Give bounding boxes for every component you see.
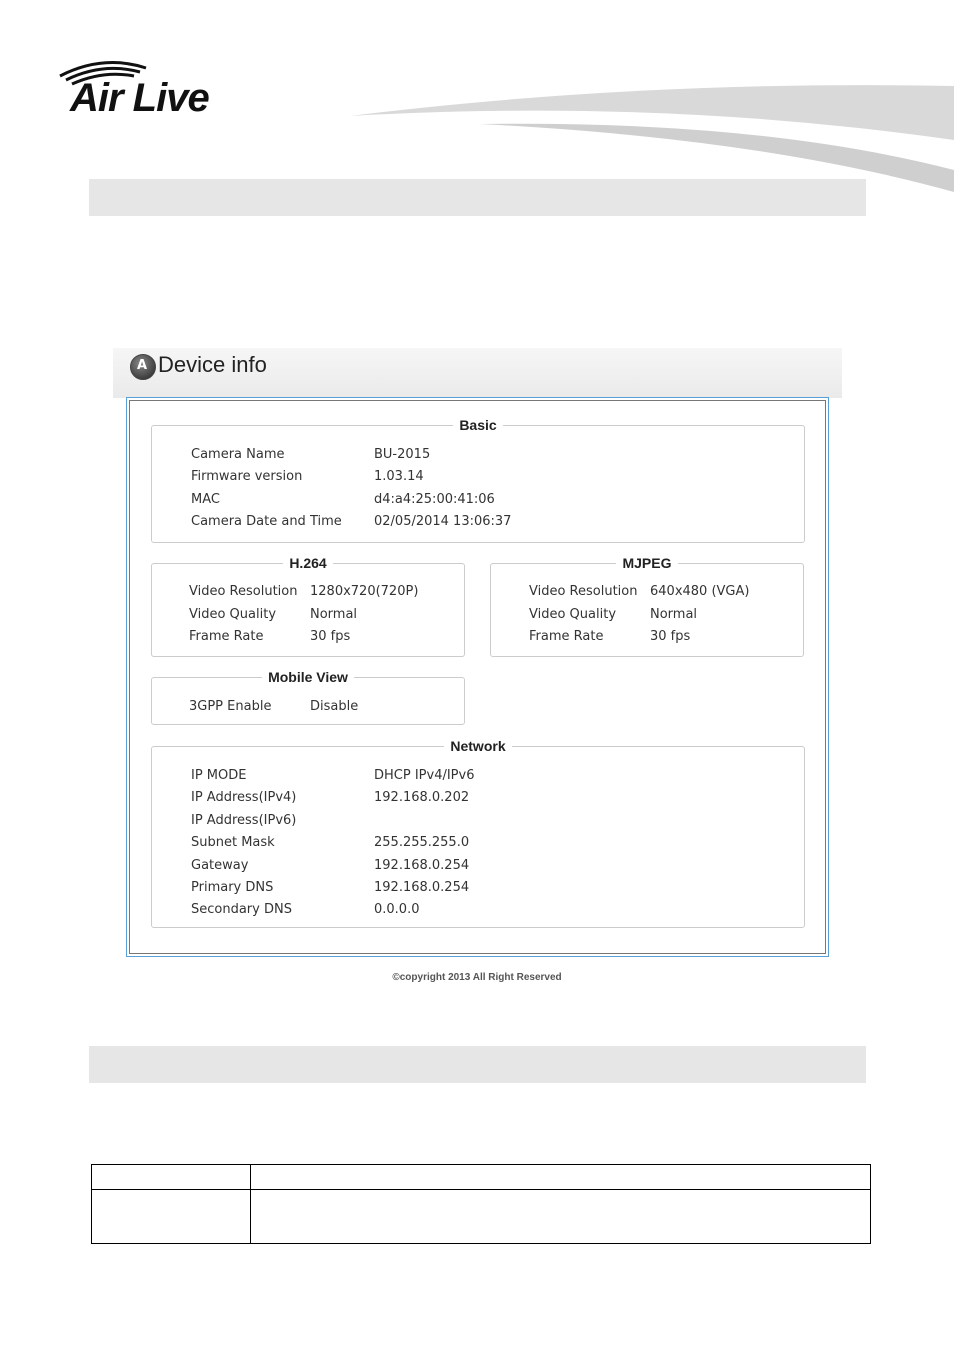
network-value: 0.0.0.0 [374, 902, 420, 917]
mjpeg-label: Video Resolution [529, 584, 638, 599]
table-cell [91, 1189, 251, 1244]
section-header-bar [89, 179, 866, 216]
h264-label: Video Resolution [189, 584, 298, 599]
basic-label: Camera Name [191, 447, 285, 462]
network-value: 192.168.0.202 [374, 790, 470, 805]
panel-title: Device info [158, 352, 267, 377]
basic-label: Firmware version [191, 469, 303, 484]
header-swoosh [350, 85, 954, 192]
h264-label: Video Quality [189, 607, 277, 622]
network-label: Gateway [191, 858, 249, 873]
h264-label: Frame Rate [189, 629, 264, 644]
mjpeg-label: Frame Rate [529, 629, 604, 644]
logo-text: Air Live [70, 76, 210, 120]
basic-label: Camera Date and Time [191, 514, 342, 529]
table-cell [250, 1189, 871, 1244]
mjpeg-value: 640x480 (VGA) [650, 584, 750, 599]
mobile-label: 3GPP Enable [189, 699, 272, 714]
mobile-fieldset: Mobile View [151, 669, 465, 725]
table-row [91, 1189, 871, 1244]
network-legend: Network [450, 738, 506, 754]
network-value: 192.168.0.254 [374, 858, 470, 873]
mjpeg-value: Normal [650, 607, 698, 622]
basic-label: MAC [191, 492, 220, 507]
network-label: IP Address(IPv4) [191, 790, 297, 805]
airlive-logo: Air Live [58, 58, 288, 128]
table-row [91, 1164, 871, 1190]
copyright-text: ©copyright 2013 All Right Reserved [392, 972, 562, 983]
mjpeg-label: Video Quality [529, 607, 617, 622]
network-value: 192.168.0.254 [374, 880, 470, 895]
h264-value: 30 fps [310, 629, 351, 644]
mobile-legend: Mobile View [268, 669, 348, 685]
network-label: Subnet Mask [191, 835, 275, 850]
network-label: IP MODE [191, 768, 247, 783]
basic-value: 1.03.14 [374, 469, 424, 484]
network-fieldset: Network [151, 738, 805, 928]
mjpeg-value: 30 fps [650, 629, 691, 644]
network-label: Secondary DNS [191, 902, 292, 917]
basic-value: d4:a4:25:00:41:06 [374, 492, 495, 507]
network-value: 255.255.255.0 [374, 835, 470, 850]
device-info-frame: Basic Camera Name BU-2015 Firmware versi… [126, 397, 829, 957]
camera-icon: A [130, 354, 156, 380]
device-info-content: Basic Camera Name BU-2015 Firmware versi… [129, 400, 826, 954]
h264-value: 1280x720(720P) [310, 584, 419, 599]
network-label: Primary DNS [191, 880, 274, 895]
network-value: DHCP IPv4/IPv6 [374, 768, 475, 783]
basic-value: BU-2015 [374, 447, 431, 462]
table-cell [91, 1164, 251, 1190]
mobile-value: Disable [310, 699, 359, 714]
table-cell [250, 1164, 871, 1190]
section-header-bar [89, 1046, 866, 1083]
mjpeg-legend: MJPEG [622, 555, 672, 571]
h264-value: Normal [310, 607, 358, 622]
basic-value: 02/05/2014 13:06:37 [374, 514, 512, 529]
basic-legend: Basic [459, 417, 497, 433]
doc-table [91, 1164, 871, 1244]
network-label: IP Address(IPv6) [191, 813, 297, 828]
h264-legend: H.264 [289, 555, 327, 571]
